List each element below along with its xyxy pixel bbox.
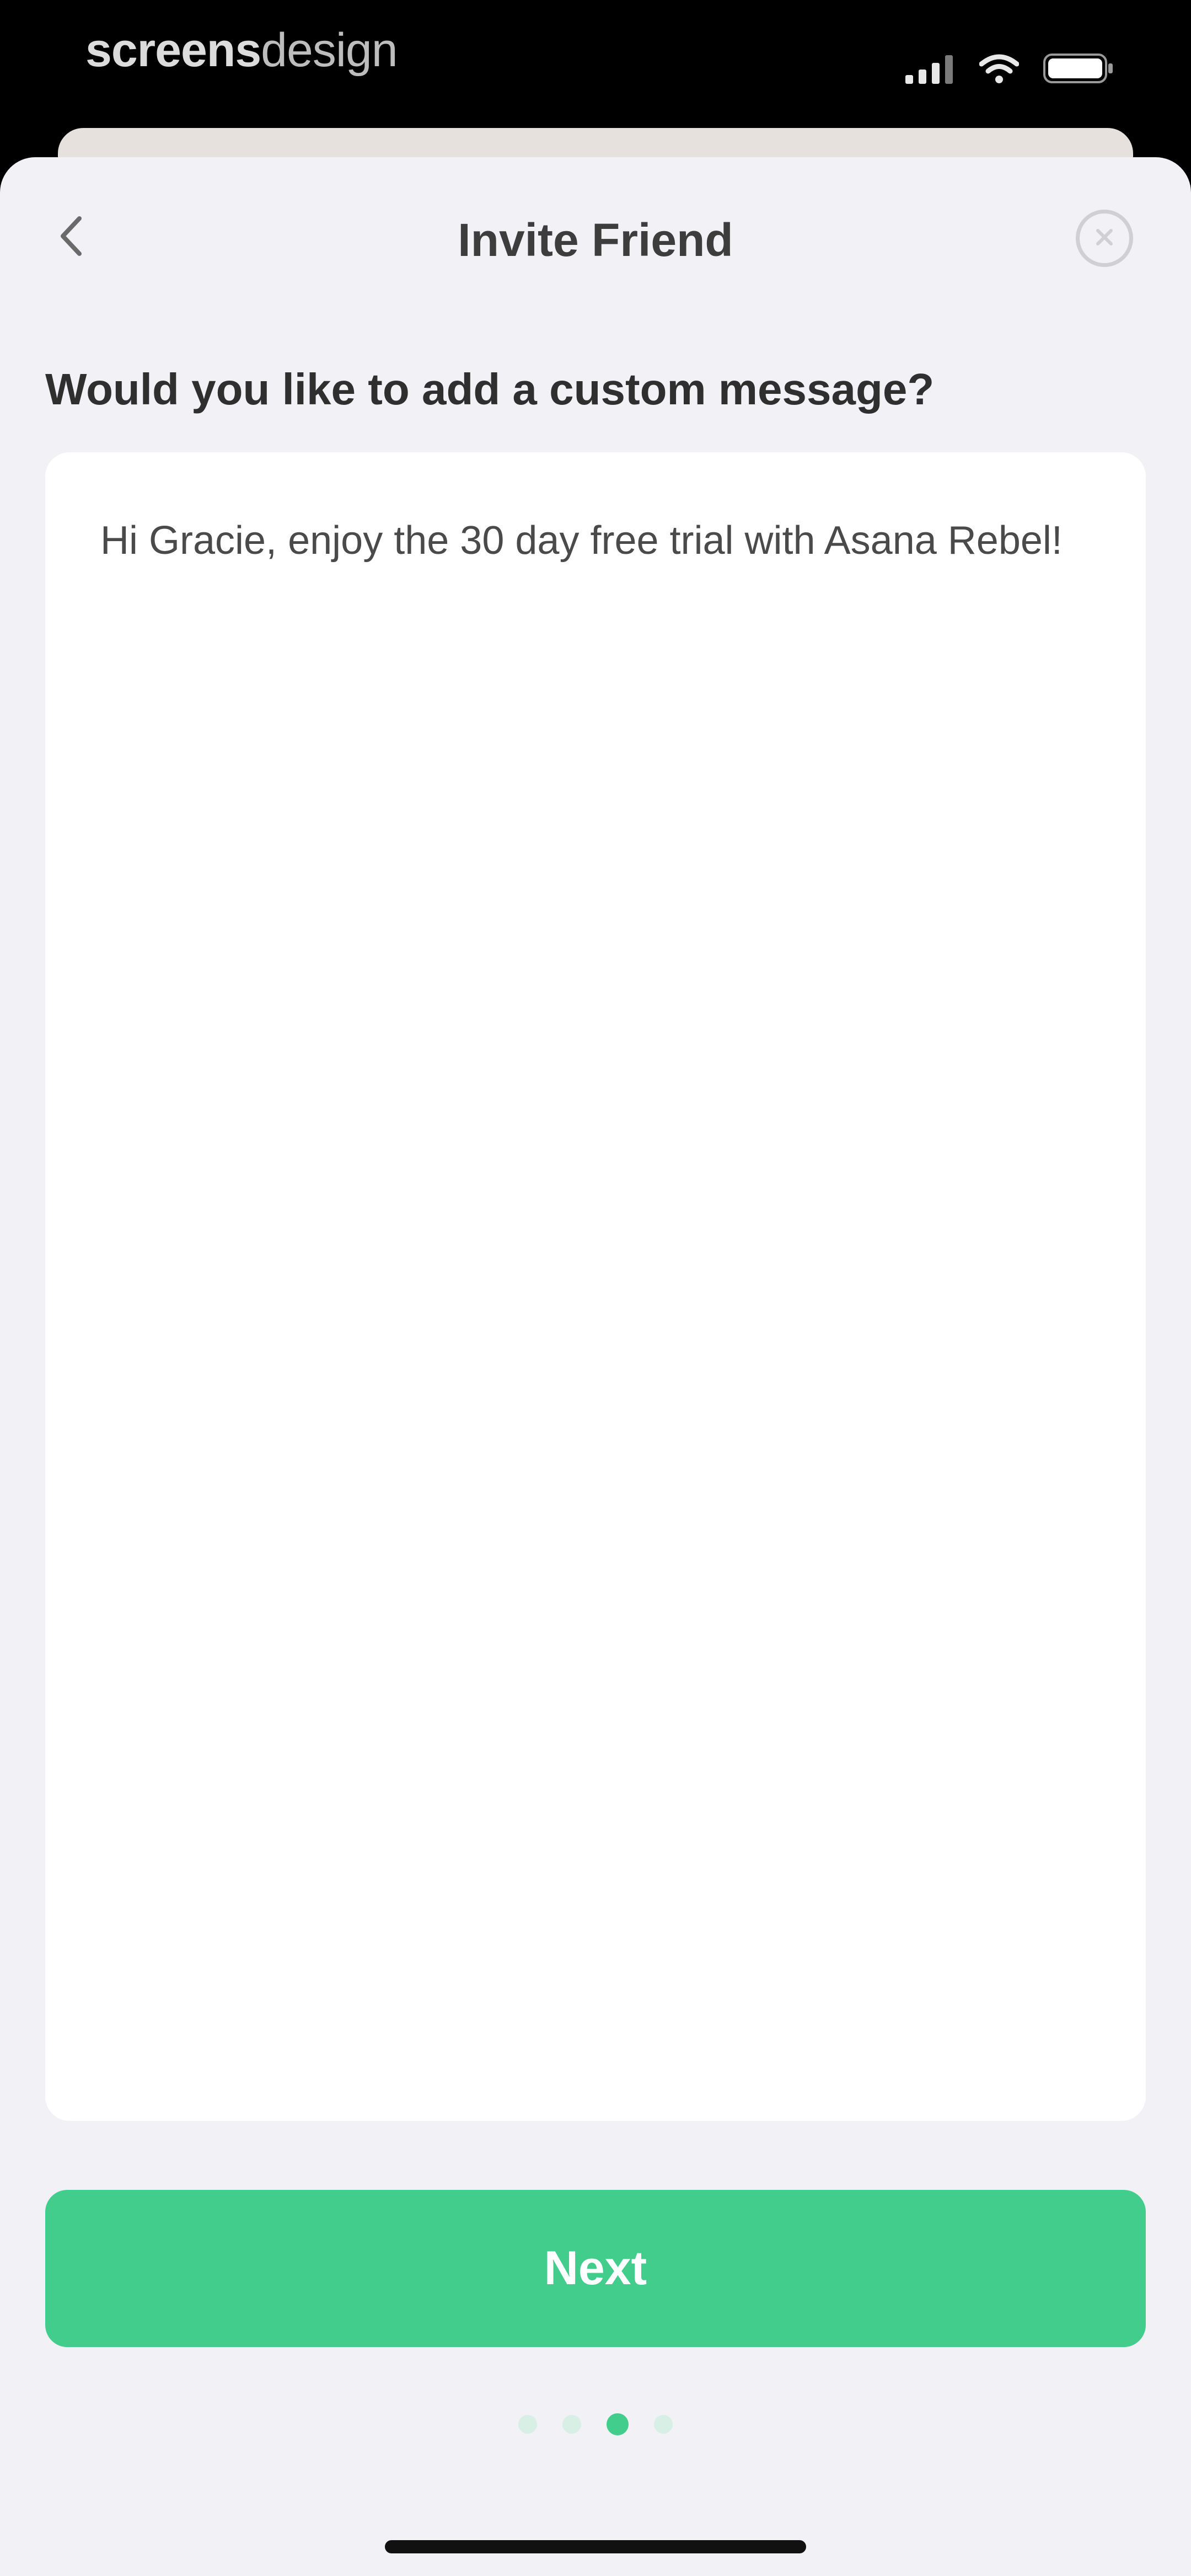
- home-indicator: [385, 2540, 806, 2553]
- page-dot: [654, 2415, 673, 2434]
- brand-light: design: [261, 24, 398, 77]
- page-dot: [562, 2415, 581, 2434]
- invite-friend-sheet: Invite Friend Would you like to add a cu…: [0, 157, 1191, 2576]
- page-dot-active: [607, 2413, 629, 2435]
- battery-icon: [1043, 52, 1114, 84]
- screen: screensdesign Invite Friend Would you li…: [0, 0, 1191, 2576]
- custom-message-question: Would you like to add a custom message?: [45, 365, 935, 414]
- page-indicator: [0, 2413, 1191, 2435]
- brand-bold: screens: [85, 24, 261, 77]
- next-button[interactable]: Next: [45, 2190, 1146, 2347]
- wifi-icon: [979, 53, 1019, 84]
- status-icons: [905, 52, 1114, 84]
- page-dot: [518, 2415, 537, 2434]
- nav-bar: Invite Friend: [0, 157, 1191, 317]
- brand-watermark: screensdesign: [85, 26, 398, 74]
- close-circle-icon: [1092, 225, 1117, 252]
- status-bar: screensdesign: [0, 0, 1191, 127]
- close-button[interactable]: [1076, 210, 1133, 267]
- message-card: Hi Gracie, enjoy the 30 day free trial w…: [45, 452, 1146, 2121]
- page-title: Invite Friend: [458, 214, 733, 266]
- signal-icon: [905, 53, 955, 84]
- custom-message-input[interactable]: Hi Gracie, enjoy the 30 day free trial w…: [100, 513, 1091, 2057]
